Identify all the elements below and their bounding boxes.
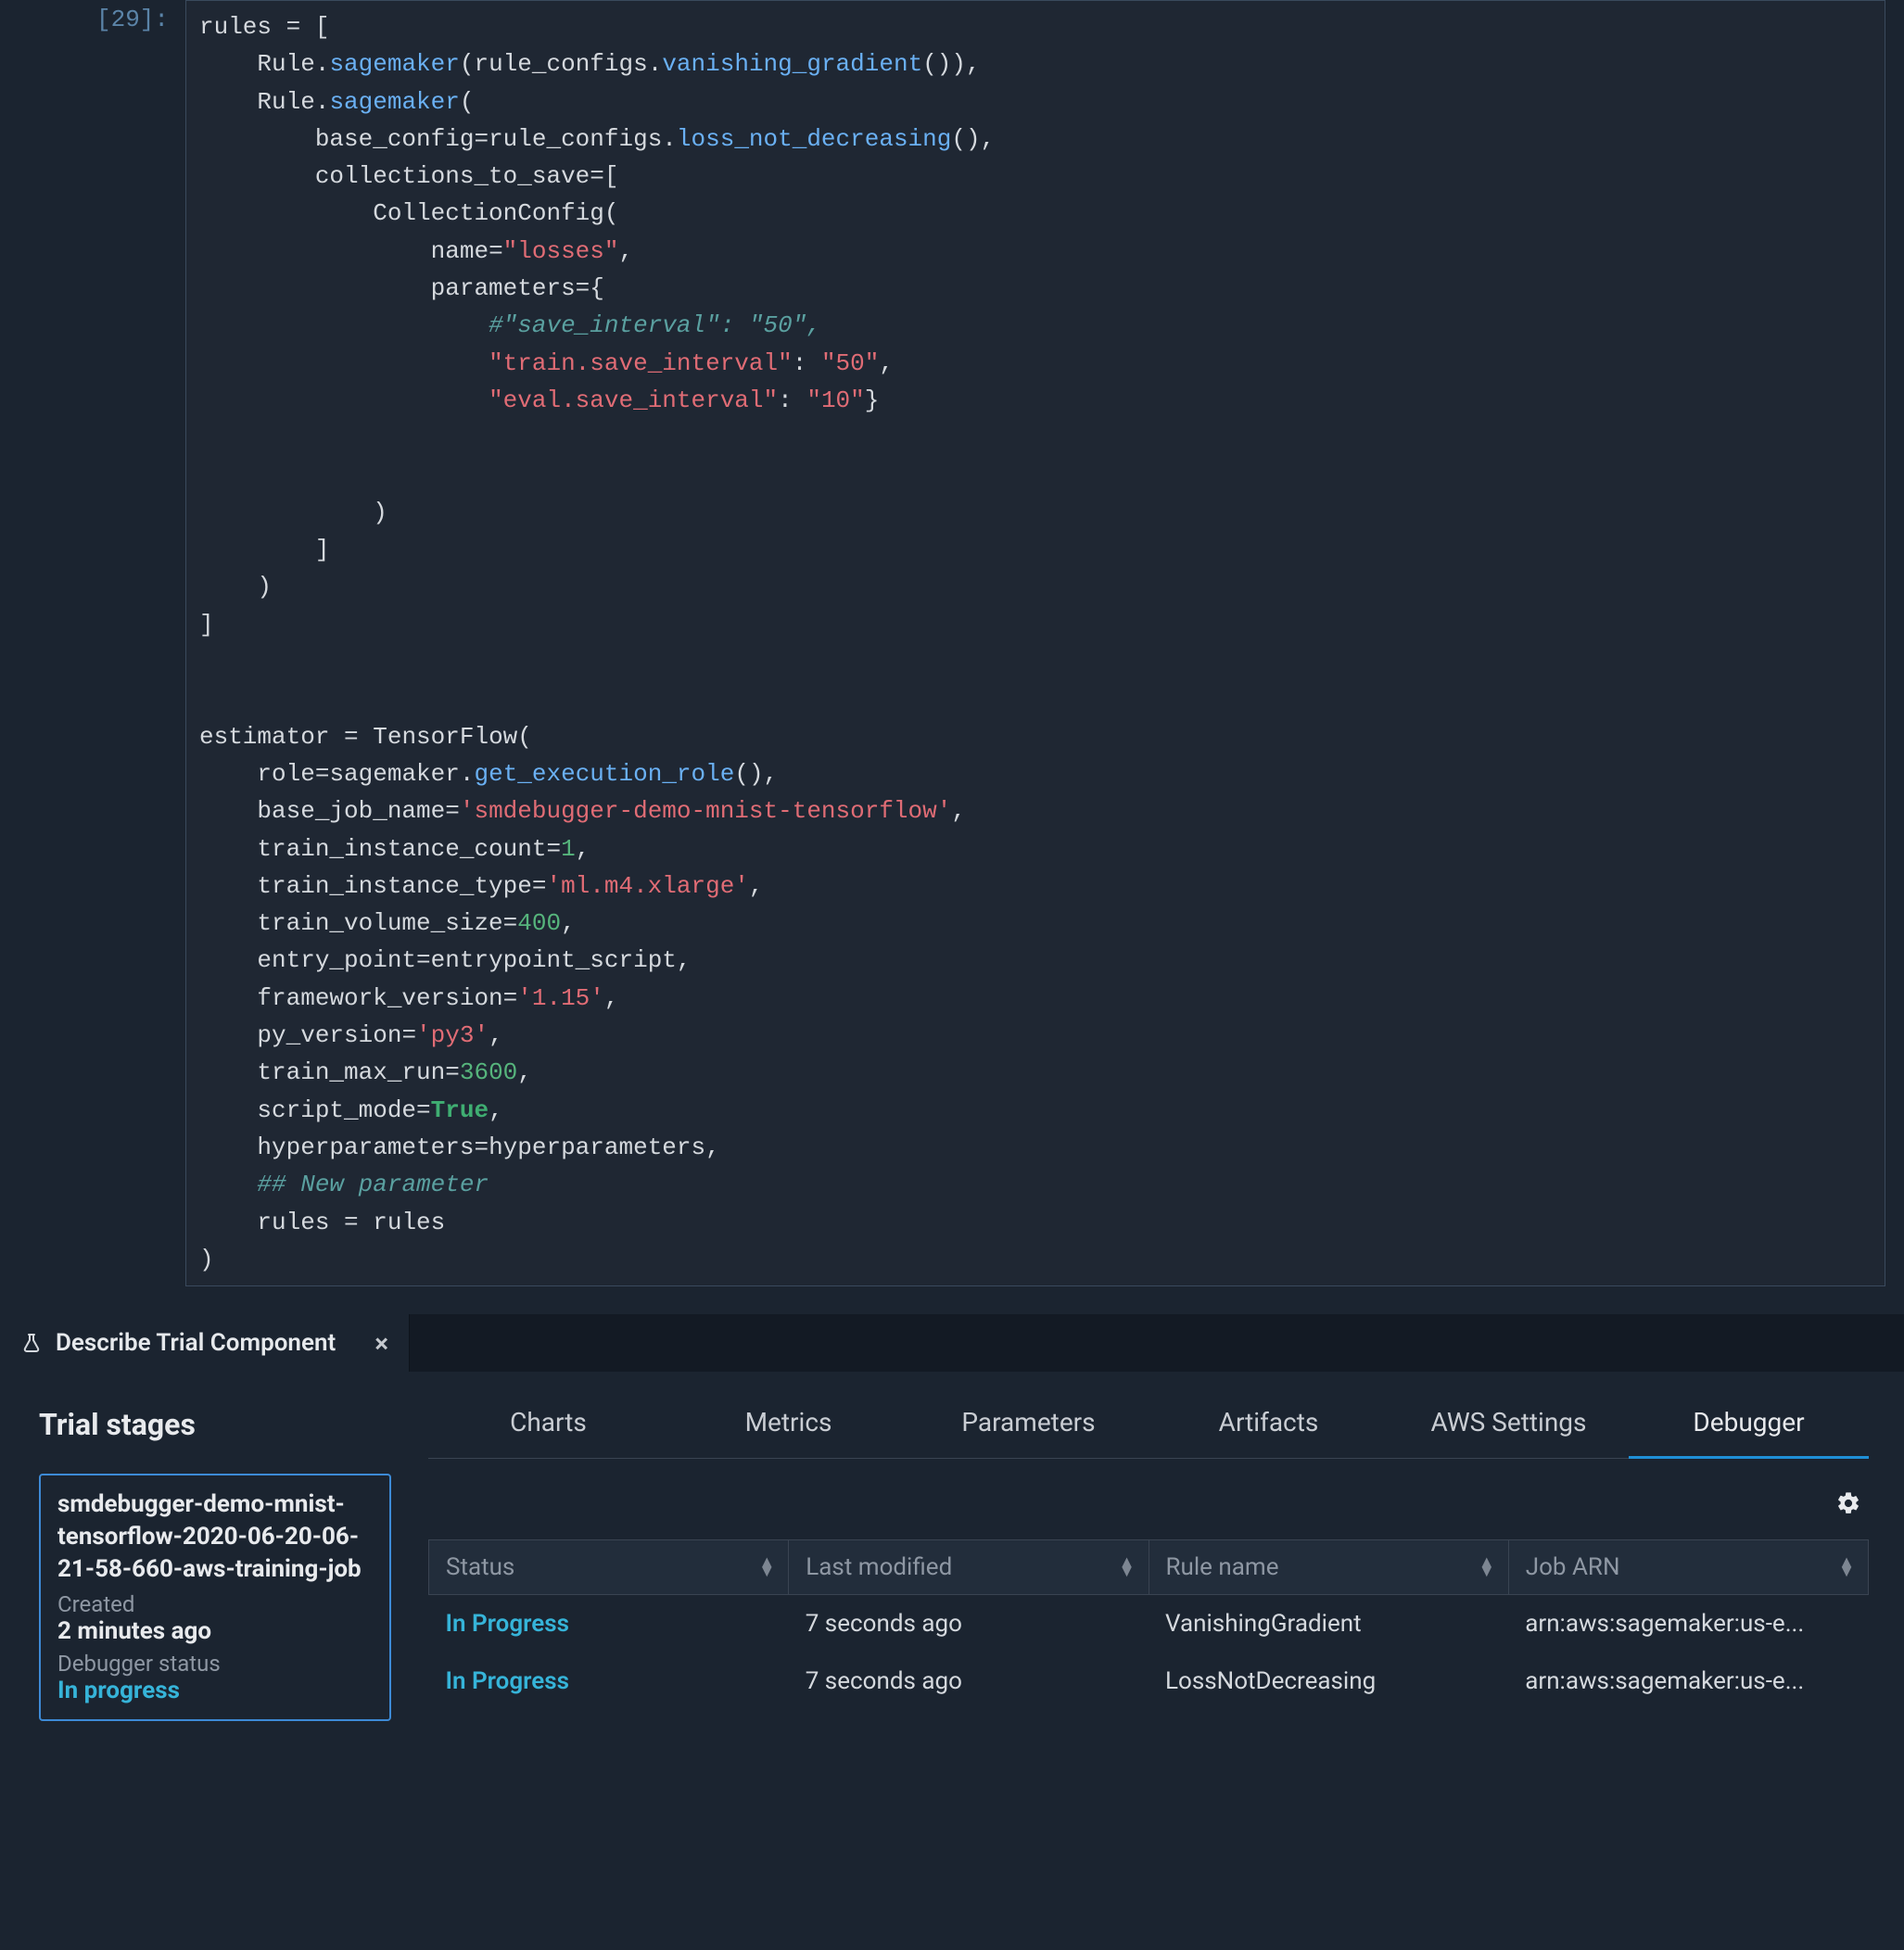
cell-rule: VanishingGradient [1149, 1595, 1508, 1653]
stage-created-value: 2 minutes ago [57, 1617, 373, 1645]
panel-tab-label: Describe Trial Component [56, 1329, 336, 1357]
sort-icon: ▲▼ [758, 1558, 775, 1576]
cell-arn: arn:aws:sagemaker:us-e... [1508, 1595, 1868, 1653]
stage-debugger-label: Debugger status [57, 1651, 373, 1677]
tab-parameters[interactable]: Parameters [908, 1407, 1149, 1458]
cell-modified: 7 seconds ago [789, 1652, 1149, 1710]
stage-created-label: Created [57, 1591, 373, 1617]
col-arn[interactable]: Job ARN▲▼ [1508, 1540, 1868, 1595]
col-status[interactable]: Status▲▼ [429, 1540, 789, 1595]
rules-table: Status▲▼ Last modified▲▼ Rule name▲▼ Job… [428, 1539, 1869, 1710]
code-cell[interactable]: rules = [ Rule.sagemaker(rule_configs.va… [185, 0, 1885, 1286]
table-header-row: Status▲▼ Last modified▲▼ Rule name▲▼ Job… [429, 1540, 1869, 1595]
cell-status: In Progress [429, 1652, 789, 1710]
bottom-panel-tabstrip: Describe Trial Component × [0, 1314, 1904, 1372]
trial-stages-pane: Trial stages smdebugger-demo-mnist-tenso… [39, 1407, 391, 1721]
panel-tab-describe-trial[interactable]: Describe Trial Component × [0, 1314, 410, 1372]
stage-title: smdebugger-demo-mnist-tensorflow-2020-06… [57, 1488, 373, 1586]
table-row[interactable]: In Progress7 seconds agoLossNotDecreasin… [429, 1652, 1869, 1710]
tab-artifacts[interactable]: Artifacts [1149, 1407, 1389, 1458]
cell-prompt: [29]: [19, 0, 185, 33]
cell-modified: 7 seconds ago [789, 1595, 1149, 1653]
flask-icon [20, 1332, 43, 1354]
stage-card[interactable]: smdebugger-demo-mnist-tensorflow-2020-06… [39, 1474, 391, 1721]
col-modified[interactable]: Last modified▲▼ [789, 1540, 1149, 1595]
tab-charts[interactable]: Charts [428, 1407, 668, 1458]
tab-debugger[interactable]: Debugger [1629, 1407, 1869, 1458]
sort-icon: ▲▼ [1119, 1558, 1136, 1576]
sort-icon: ▲▼ [1479, 1558, 1495, 1576]
col-rule[interactable]: Rule name▲▼ [1149, 1540, 1508, 1595]
cell-status: In Progress [429, 1595, 789, 1653]
table-row[interactable]: In Progress7 seconds agoVanishingGradien… [429, 1595, 1869, 1653]
trial-stages-heading: Trial stages [39, 1407, 391, 1442]
gear-icon[interactable] [1835, 1490, 1861, 1523]
cell-rule: LossNotDecreasing [1149, 1652, 1508, 1710]
sort-icon: ▲▼ [1838, 1558, 1855, 1576]
trial-body: Trial stages smdebugger-demo-mnist-tenso… [0, 1372, 1904, 1758]
tab-aws-settings[interactable]: AWS Settings [1389, 1407, 1629, 1458]
notebook-area: [29]: rules = [ Rule.sagemaker(rule_conf… [0, 0, 1904, 1314]
close-icon[interactable]: × [374, 1328, 388, 1359]
trial-detail-pane: ChartsMetricsParametersArtifactsAWS Sett… [428, 1407, 1869, 1721]
tab-metrics[interactable]: Metrics [668, 1407, 908, 1458]
stage-debugger-status: In progress [57, 1677, 373, 1704]
detail-tabs: ChartsMetricsParametersArtifactsAWS Sett… [428, 1407, 1869, 1459]
table-toolbar [428, 1487, 1869, 1539]
cell-arn: arn:aws:sagemaker:us-e... [1508, 1652, 1868, 1710]
code-cell-row: [29]: rules = [ Rule.sagemaker(rule_conf… [19, 0, 1885, 1286]
